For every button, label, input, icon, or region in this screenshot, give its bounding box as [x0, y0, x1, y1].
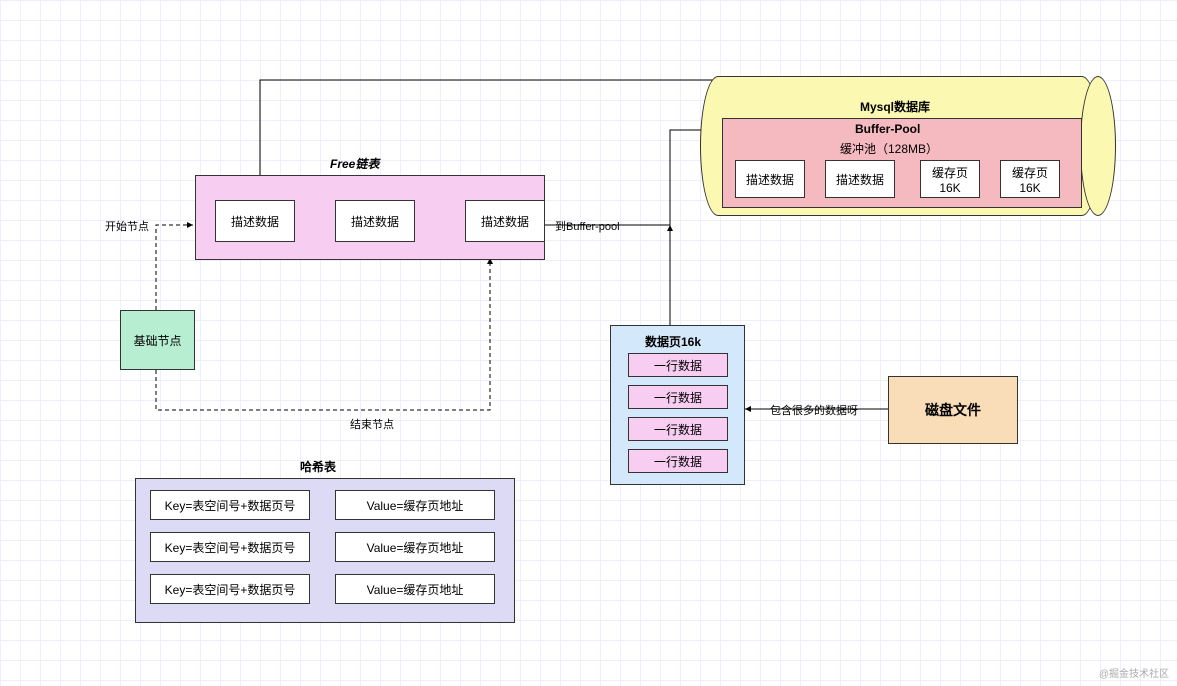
free-node-2: 描述数据 — [465, 200, 545, 242]
cylinder-cap — [1080, 76, 1116, 216]
to-buffer-label: 到Buffer-pool — [555, 218, 620, 234]
free-node-1: 描述数据 — [335, 200, 415, 242]
pool-b0: 描述数据 — [735, 160, 805, 198]
dp-row2: 一行数据 — [628, 417, 728, 441]
free-node-0: 描述数据 — [215, 200, 295, 242]
datapage-title: 数据页16k — [645, 333, 701, 350]
pool-b2: 缓存页 16K — [920, 160, 980, 198]
dp-row1: 一行数据 — [628, 385, 728, 409]
watermark: @掘金技术社区 — [1099, 665, 1169, 680]
hash-v2: Value=缓存页地址 — [335, 574, 495, 604]
free-list-title: Free链表 — [330, 155, 379, 172]
hash-k1: Key=表空间号+数据页号 — [150, 532, 310, 562]
pool-title: Buffer-Pool — [855, 122, 920, 136]
disk-edge-label: 包含很多的数据呀 — [770, 402, 858, 418]
pool-b3: 缓存页 16K — [1000, 160, 1060, 198]
hash-v1: Value=缓存页地址 — [335, 532, 495, 562]
end-node-label: 结束节点 — [350, 416, 394, 432]
pool-b1: 描述数据 — [825, 160, 895, 198]
pool-subtitle: 缓冲池（128MB） — [840, 140, 938, 157]
hash-title: 哈希表 — [300, 458, 336, 475]
hash-k2: Key=表空间号+数据页号 — [150, 574, 310, 604]
dp-row0: 一行数据 — [628, 353, 728, 377]
hash-k0: Key=表空间号+数据页号 — [150, 490, 310, 520]
dp-row3: 一行数据 — [628, 449, 728, 473]
mysql-title: Mysql数据库 — [860, 98, 930, 115]
disk-file: 磁盘文件 — [888, 376, 1018, 444]
hash-v0: Value=缓存页地址 — [335, 490, 495, 520]
base-node: 基础节点 — [120, 310, 195, 370]
start-node-label: 开始节点 — [105, 218, 149, 234]
